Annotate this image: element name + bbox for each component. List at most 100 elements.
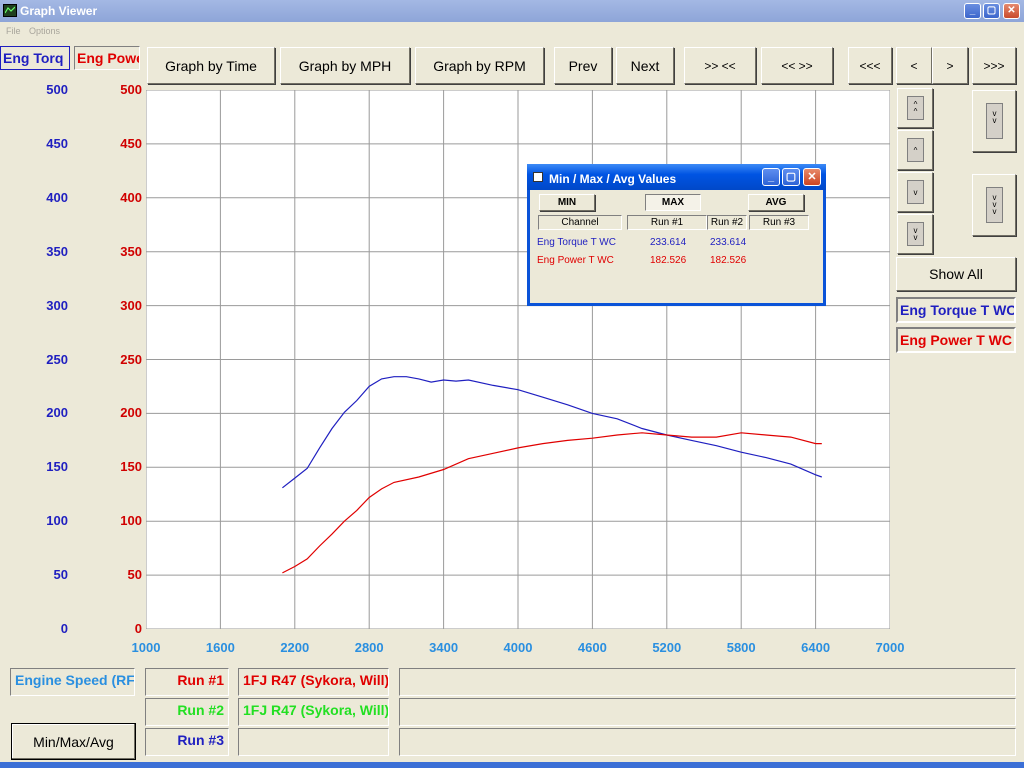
y-tick-torque: 200 xyxy=(46,405,68,421)
graph-by-time-button[interactable]: Graph by Time xyxy=(147,47,275,84)
y-tick-torque: 50 xyxy=(53,567,68,583)
x-tick-label: 1000 xyxy=(131,640,161,655)
x-tick-label: 7000 xyxy=(875,640,905,655)
dialog-header-run1: Run #1 xyxy=(627,215,707,230)
y-tick-torque: 400 xyxy=(46,189,68,205)
channel-tab-power[interactable]: Eng Powe xyxy=(74,46,140,70)
graph-by-rpm-button[interactable]: Graph by RPM xyxy=(415,47,544,84)
y-tick-torque: 500 xyxy=(46,82,68,97)
minmax-dialog: Min / Max / Avg Values _ ▢ ✕ MIN MAX AVG… xyxy=(527,164,826,306)
run3-name[interactable] xyxy=(238,728,389,756)
window-title: Graph Viewer xyxy=(20,4,98,18)
double-chevron-down-icon: vv xyxy=(907,222,924,246)
x-tick-label: 4600 xyxy=(577,640,607,655)
channel-tab-torque[interactable]: Eng Torq xyxy=(0,46,70,70)
dialog-avg-button[interactable]: AVG xyxy=(748,194,804,211)
y-tick-power: 150 xyxy=(120,459,142,475)
double-chevron-down-small-icon: vv xyxy=(986,103,1003,139)
graph-by-mph-button[interactable]: Graph by MPH xyxy=(280,47,410,84)
x-tick-label: 2800 xyxy=(354,640,384,655)
y-tick-power: 250 xyxy=(120,351,142,367)
legend-torque[interactable]: Eng Torque T WC xyxy=(896,297,1016,323)
dialog-title-bar[interactable]: Min / Max / Avg Values _ ▢ ✕ xyxy=(527,164,826,190)
y-tick-power: 400 xyxy=(120,189,142,205)
x-tick-label: 5200 xyxy=(652,640,682,655)
scroll-down-fast-button[interactable]: vv xyxy=(897,214,933,254)
triple-chevron-down-icon: vvv xyxy=(986,187,1003,223)
y-tick-power: 500 xyxy=(120,82,142,97)
run1-label: Run #1 xyxy=(145,668,229,696)
dialog-app-icon xyxy=(533,172,543,182)
chevron-up-icon: ^ xyxy=(907,138,924,162)
run1-name[interactable]: 1FJ R47 (Sykora, Will) xyxy=(238,668,389,696)
x-channel-selector[interactable]: Engine Speed (RF xyxy=(10,668,135,696)
run1-info-field xyxy=(399,668,1016,696)
legend-power[interactable]: Eng Power T WC xyxy=(896,327,1016,353)
y-tick-torque: 150 xyxy=(46,459,68,475)
zoom-in-button[interactable]: >> << xyxy=(684,47,756,84)
dialog-row-power-run1: 182.526 xyxy=(650,255,687,266)
scroll-up-fast-button[interactable]: ^ ^ xyxy=(897,88,933,128)
y-tick-torque: 450 xyxy=(46,135,68,151)
menu-bar: File Options xyxy=(0,22,1024,40)
show-all-button[interactable]: Show All xyxy=(896,257,1016,291)
chevron-down-icon: v xyxy=(907,180,924,204)
y-tick-power: 0 xyxy=(134,621,142,636)
dialog-row-torque-run2: 233.614 xyxy=(710,237,747,248)
maximize-button[interactable]: ▢ xyxy=(983,3,1000,19)
dialog-max-button[interactable]: MAX xyxy=(645,194,701,211)
dialog-header-run3: Run #3 xyxy=(749,215,809,230)
y-tick-torque: 350 xyxy=(46,243,68,259)
dialog-min-button[interactable]: MIN xyxy=(539,194,595,211)
run2-name[interactable]: 1FJ R47 (Sykora, Will) xyxy=(238,698,389,726)
dialog-header-channel: Channel xyxy=(538,215,622,230)
taskbar-edge xyxy=(0,762,1024,768)
dialog-maximize-button[interactable]: ▢ xyxy=(782,168,800,186)
dialog-row-torque-run1: 233.614 xyxy=(650,237,687,248)
run3-label: Run #3 xyxy=(145,728,229,756)
double-chevron-up-icon: ^ ^ xyxy=(907,96,924,120)
scale-expand-button[interactable]: vv xyxy=(972,90,1016,152)
menu-options[interactable]: Options xyxy=(29,26,60,36)
dialog-close-button[interactable]: ✕ xyxy=(803,168,821,186)
minimize-button[interactable]: _ xyxy=(964,3,981,19)
scroll-up-button[interactable]: ^ xyxy=(897,130,933,170)
dialog-row-torque-channel: Eng Torque T WC xyxy=(537,237,616,248)
dialog-row-power-run2: 182.526 xyxy=(710,255,747,266)
scroll-far-left-button[interactable]: <<< xyxy=(848,47,892,84)
x-tick-label: 2200 xyxy=(280,640,310,655)
prev-button[interactable]: Prev xyxy=(554,47,612,84)
scroll-right-button[interactable]: > xyxy=(932,47,968,84)
y-tick-power: 350 xyxy=(120,243,142,259)
y-tick-power: 200 xyxy=(120,405,142,421)
run3-info-field xyxy=(399,728,1016,756)
menu-file[interactable]: File xyxy=(6,26,21,36)
y-tick-power: 50 xyxy=(127,567,142,583)
x-tick-label: 6400 xyxy=(801,640,831,655)
y-tick-torque: 250 xyxy=(46,351,68,367)
graph-app-icon xyxy=(3,4,17,17)
dialog-minimize-button[interactable]: _ xyxy=(762,168,780,186)
x-tick-label: 1600 xyxy=(205,640,235,655)
x-tick-label: 5800 xyxy=(726,640,756,655)
x-tick-label: 4000 xyxy=(503,640,533,655)
next-button[interactable]: Next xyxy=(616,47,674,84)
scroll-left-button[interactable]: < xyxy=(896,47,932,84)
close-button[interactable]: ✕ xyxy=(1003,3,1020,19)
run2-info-field xyxy=(399,698,1016,726)
y-tick-power: 100 xyxy=(120,513,142,529)
y-tick-power: 300 xyxy=(120,297,142,313)
y-tick-power: 450 xyxy=(120,135,142,151)
y-tick-torque: 300 xyxy=(46,297,68,313)
title-bar: Graph Viewer _ ▢ ✕ xyxy=(0,0,1024,22)
run2-label: Run #2 xyxy=(145,698,229,726)
zoom-out-button[interactable]: << >> xyxy=(761,47,833,84)
scroll-far-right-button[interactable]: >>> xyxy=(972,47,1016,84)
y-tick-torque: 0 xyxy=(60,621,68,636)
minmax-avg-button[interactable]: Min/Max/Avg xyxy=(11,723,136,760)
dialog-row-power-channel: Eng Power T WC xyxy=(537,255,614,266)
scale-compress-button[interactable]: vvv xyxy=(972,174,1016,236)
dialog-title: Min / Max / Avg Values xyxy=(549,172,677,186)
dialog-header-run2: Run #2 xyxy=(707,215,747,230)
scroll-down-button[interactable]: v xyxy=(897,172,933,212)
